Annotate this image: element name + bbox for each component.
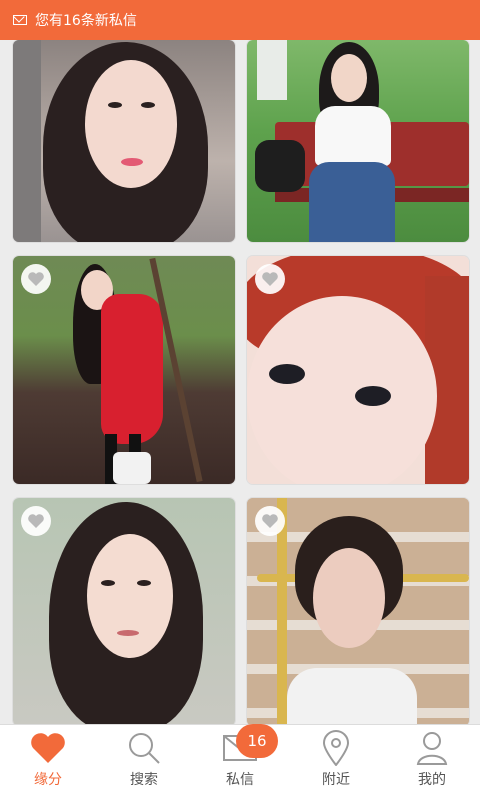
tab-search[interactable]: 搜索	[96, 725, 192, 801]
profile-photo-grid	[0, 40, 480, 726]
profile-photo	[13, 498, 235, 726]
like-button[interactable]	[21, 264, 51, 294]
user-icon	[416, 732, 448, 765]
profile-photo	[13, 40, 235, 242]
tab-messages[interactable]: 私信 16	[192, 724, 288, 801]
tab-label: 搜索	[130, 772, 158, 788]
heart-icon	[28, 272, 44, 286]
heart-icon	[262, 272, 278, 286]
tab-me[interactable]: 我的	[384, 725, 480, 801]
heart-icon	[28, 514, 44, 528]
mail-icon	[13, 15, 27, 25]
profile-photo	[247, 498, 469, 726]
tab-fate[interactable]: 缘分	[0, 725, 96, 801]
heart-icon	[31, 733, 65, 763]
profile-photo	[247, 40, 469, 242]
search-icon	[129, 733, 160, 764]
like-button[interactable]	[21, 506, 51, 536]
tab-nearby[interactable]: 附近	[288, 725, 384, 801]
new-message-notice: 您有16条新私信	[35, 13, 137, 29]
unread-badge: 16	[236, 724, 278, 758]
tab-label: 私信	[226, 772, 254, 788]
profile-card[interactable]	[13, 498, 235, 726]
profile-card[interactable]	[247, 40, 469, 242]
notification-bar[interactable]: 您有16条新私信	[0, 0, 480, 40]
bottom-tab-bar: 缘分 搜索 私信 16 附近 我的	[0, 724, 480, 801]
location-pin-icon	[322, 730, 350, 766]
like-button[interactable]	[255, 506, 285, 536]
like-button[interactable]	[255, 264, 285, 294]
tab-label: 我的	[418, 772, 446, 788]
profile-photo	[247, 256, 469, 484]
profile-card[interactable]	[247, 498, 469, 726]
heart-icon	[262, 514, 278, 528]
profile-card[interactable]	[13, 40, 235, 242]
tab-label: 缘分	[34, 772, 62, 788]
profile-card[interactable]	[247, 256, 469, 484]
tab-label: 附近	[322, 772, 350, 788]
profile-card[interactable]	[13, 256, 235, 484]
profile-photo	[13, 256, 235, 484]
